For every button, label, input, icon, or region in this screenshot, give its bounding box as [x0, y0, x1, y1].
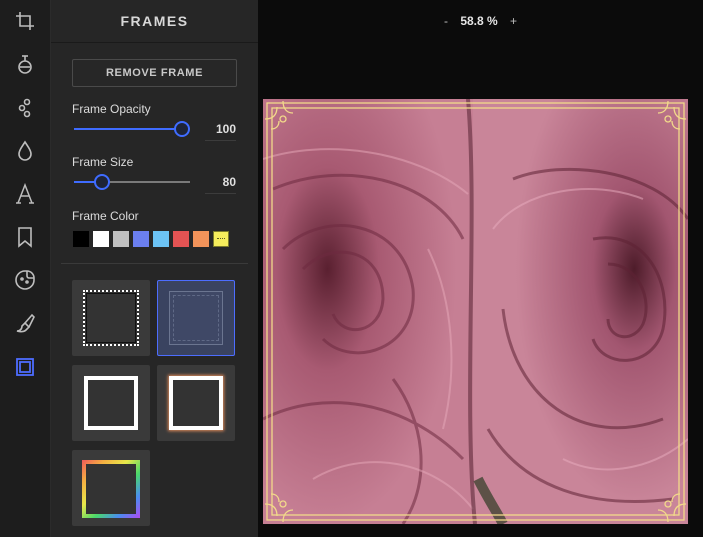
dotted-frame-inner — [86, 293, 136, 343]
frame-size-value[interactable]: 80 — [205, 171, 236, 194]
filter-icon[interactable] — [9, 48, 41, 80]
zoom-value: 58.8 % — [460, 14, 498, 28]
frame-style-gradient[interactable] — [72, 450, 150, 526]
white-glow-frame-preview — [169, 376, 223, 430]
frame-style-white-glow[interactable] — [157, 365, 235, 441]
color-swatch-red[interactable] — [173, 231, 189, 247]
tool-sidebar — [0, 0, 51, 537]
frame-icon[interactable] — [9, 351, 41, 383]
zoom-control: - 58.8 % + — [258, 14, 703, 28]
edited-photo[interactable] — [263, 99, 688, 524]
remove-frame-button[interactable]: REMOVE FRAME — [72, 59, 237, 87]
drop-icon[interactable] — [9, 135, 41, 167]
brush-icon[interactable] — [9, 307, 41, 339]
ornate-frame-inner — [173, 295, 219, 341]
color-swatch-black[interactable] — [73, 231, 89, 247]
zoom-in-button[interactable]: + — [510, 14, 517, 28]
color-swatch-silver[interactable] — [113, 231, 129, 247]
color-swatch-orange[interactable] — [193, 231, 209, 247]
frame-opacity-slider[interactable] — [74, 128, 181, 130]
frame-style-dotted[interactable] — [72, 280, 150, 356]
adjust-icon[interactable] — [9, 92, 41, 124]
crop-icon[interactable] — [9, 5, 41, 37]
frame-style-ornate[interactable] — [157, 280, 235, 356]
frame-opacity-value[interactable]: 100 — [205, 118, 236, 141]
divider — [61, 263, 248, 264]
zoom-out-button[interactable]: - — [444, 14, 448, 28]
selected-marker — [217, 238, 225, 240]
frame-size-label: Frame Size — [72, 155, 134, 169]
gradient-frame-inner — [86, 464, 136, 514]
ornate-frame-overlay — [264, 100, 687, 523]
frame-opacity-fill — [74, 128, 181, 130]
text-icon[interactable] — [9, 178, 41, 210]
color-swatch-white[interactable] — [93, 231, 109, 247]
frame-size-thumb[interactable] — [94, 174, 110, 190]
frame-color-label: Frame Color — [72, 209, 139, 223]
frame-opacity-label: Frame Opacity — [72, 102, 151, 116]
bookmark-icon[interactable] — [9, 221, 41, 253]
panel-title: FRAMES — [51, 0, 258, 43]
color-swatch-yellow-selected[interactable] — [213, 231, 229, 247]
color-swatch-light-blue[interactable] — [153, 231, 169, 247]
frame-opacity-thumb[interactable] — [174, 121, 190, 137]
frame-style-white-border[interactable] — [72, 365, 150, 441]
frames-panel: FRAMES REMOVE FRAME Frame Opacity 100 Fr… — [51, 0, 258, 537]
white-border-frame-preview — [84, 376, 138, 430]
color-swatch-blue[interactable] — [133, 231, 149, 247]
canvas-area: - 58.8 % + — [258, 0, 703, 537]
sticker-icon[interactable] — [9, 264, 41, 296]
frame-size-slider[interactable] — [74, 181, 190, 183]
